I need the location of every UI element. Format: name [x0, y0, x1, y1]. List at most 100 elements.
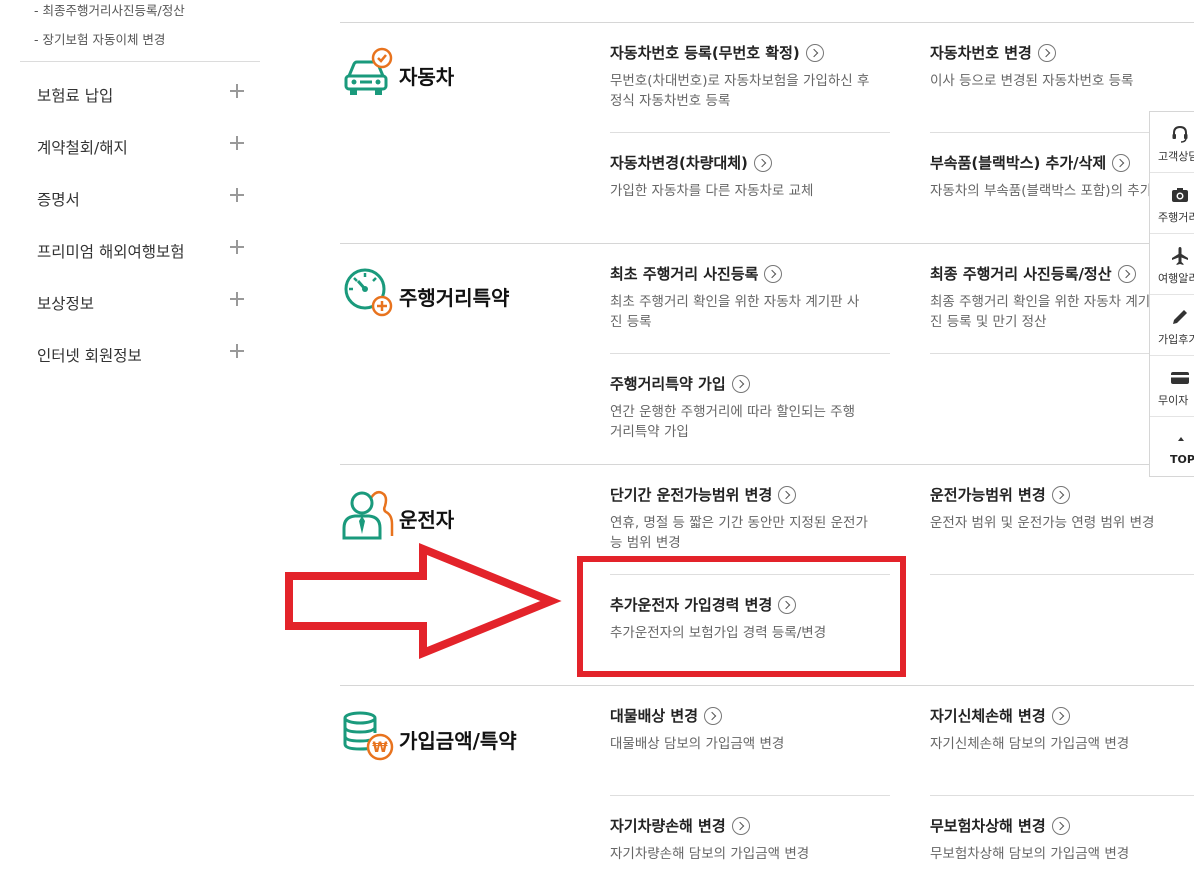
pencil-icon	[1173, 310, 1187, 324]
card-icon	[1171, 372, 1189, 384]
chevron-right-icon[interactable]	[1117, 264, 1136, 283]
item-car-number-register[interactable]: 자동차번호 등록(무번호 확정) 무번호(차대번호)로 자동차보험을 가입하신 …	[610, 42, 900, 111]
item-mileage-join[interactable]: 주행거리특약 가입 연간 운행한 주행거리에 따라 할인되는 주행 거리특약 가입	[610, 373, 900, 442]
item-initial-mileage[interactable]: 최초 주행거리 사진등록 최초 주행거리 확인을 위한 자동차 계기판 사진 등…	[610, 263, 900, 332]
speedometer-icon	[344, 268, 393, 317]
item-title: 자동차번호 변경	[930, 44, 1032, 62]
item-desc: 자기신체손해 담보의 가입금액 변경	[930, 736, 1130, 752]
item-divider	[610, 353, 890, 354]
chevron-right-icon[interactable]	[1051, 485, 1070, 504]
chevron-right-icon[interactable]	[731, 816, 750, 835]
sub-link-auto-transfer[interactable]: - 장기보험 자동이체 변경	[34, 29, 165, 48]
plus-icon[interactable]	[230, 136, 244, 150]
section-divider	[340, 685, 1194, 686]
item-own-vehicle-damage[interactable]: 자기차량손해 변경 자기차량손해 담보의 가입금액 변경	[610, 815, 900, 864]
section-title-driver: 운전자	[399, 508, 455, 532]
item-title: 자기신체손해 변경	[930, 707, 1046, 725]
item-personal-injury[interactable]: 자기신체손해 변경 자기신체손해 담보의 가입금액 변경	[930, 705, 1194, 754]
item-title: 최종 주행거리 사진등록/정산	[930, 265, 1112, 283]
camera-icon	[1172, 188, 1188, 202]
item-divider	[610, 132, 890, 133]
quick-item-mileage[interactable]: 주행거리	[1150, 173, 1194, 234]
item-title: 대물배상 변경	[610, 707, 699, 725]
sub-link-final-mileage[interactable]: - 최종주행거리사진등록/정산	[34, 0, 185, 19]
quick-item-consult[interactable]: 고객상담	[1150, 112, 1194, 173]
item-title: 자동차번호 등록(무번호 확정)	[610, 44, 800, 62]
sidebar-item-certificate[interactable]: 증명서	[37, 184, 247, 214]
item-desc: 자기차량손해 담보의 가입금액 변경	[610, 846, 810, 862]
coins-icon: ₩	[343, 711, 394, 761]
plus-icon[interactable]	[230, 84, 244, 98]
sidebar-item-cancellation[interactable]: 계약철회/해지	[37, 132, 247, 162]
section-divider	[340, 464, 1194, 465]
item-divider	[610, 795, 890, 796]
item-car-number-change[interactable]: 자동차번호 변경 이사 등으로 변경된 자동차번호 등록	[930, 42, 1194, 91]
item-desc: 대물배상 담보의 가입금액 변경	[610, 736, 785, 752]
sidebar-item-label: 보상정보	[37, 295, 95, 313]
chevron-right-icon[interactable]	[764, 264, 783, 283]
plus-icon[interactable]	[230, 188, 244, 202]
item-desc: 이사 등으로 변경된 자동차번호 등록	[930, 73, 1134, 89]
sidebar-item-label: 프리미엄 해외여행보험	[37, 243, 185, 261]
sidebar-item-member-info[interactable]: 인터넷 회원정보	[37, 340, 247, 370]
item-desc: 연간 운행한 주행거리에 따라 할인되는 주행 거리특약 가입	[610, 404, 856, 440]
item-desc: 무번호(차대번호)로 자동차보험을 가입하신 후 정식 자동차번호 등록	[610, 73, 870, 109]
item-divider	[930, 795, 1194, 796]
plus-icon[interactable]	[230, 292, 244, 306]
plus-icon[interactable]	[230, 240, 244, 254]
item-desc: 운전자 범위 및 운전가능 연령 범위 변경	[930, 515, 1155, 531]
quick-item-travel[interactable]: 여행알리미	[1150, 234, 1194, 295]
item-desc: 가입한 자동차를 다른 자동차로 교체	[610, 183, 814, 199]
annotation-highlight-box	[577, 556, 906, 677]
item-car-replace[interactable]: 자동차변경(차량대체) 가입한 자동차를 다른 자동차로 교체	[610, 152, 900, 201]
item-title: 자기차량손해 변경	[610, 817, 726, 835]
quick-item-review[interactable]: 가입후기	[1150, 295, 1194, 356]
item-desc: 무보험차상해 담보의 가입금액 변경	[930, 846, 1130, 862]
chevron-right-icon[interactable]	[704, 706, 723, 725]
item-property-damage[interactable]: 대물배상 변경 대물배상 담보의 가입금액 변경	[610, 705, 900, 754]
item-title: 주행거리특약 가입	[610, 375, 726, 393]
chevron-right-icon[interactable]	[753, 153, 772, 172]
item-desc: 최초 주행거리 확인을 위한 자동차 계기판 사진 등록	[610, 294, 860, 330]
chevron-right-icon[interactable]	[1037, 43, 1056, 62]
item-short-term-driver-range[interactable]: 단기간 운전가능범위 변경 연휴, 명절 등 짧은 기간 동안만 지정된 운전가…	[610, 484, 900, 553]
driver-icon	[342, 490, 394, 540]
chevron-right-icon[interactable]	[1051, 706, 1070, 725]
section-title-car: 자동차	[399, 65, 455, 89]
item-title: 단기간 운전가능범위 변경	[610, 486, 773, 504]
scroll-top-label: TOP	[1170, 453, 1194, 466]
item-title: 부속품(블랙박스) 추가/삭제	[930, 154, 1107, 172]
sidebar-item-label: 계약철회/해지	[37, 139, 128, 157]
item-title: 운전가능범위 변경	[930, 486, 1046, 504]
arrow-up-icon	[1178, 437, 1184, 441]
item-driver-range[interactable]: 운전가능범위 변경 운전자 범위 및 운전가능 연령 범위 변경	[930, 484, 1194, 533]
sidebar-item-travel-insurance[interactable]: 프리미엄 해외여행보험	[37, 236, 247, 266]
item-title: 무보험차상해 변경	[930, 817, 1046, 835]
plus-icon[interactable]	[230, 344, 244, 358]
item-title: 자동차변경(차량대체)	[610, 154, 748, 172]
chevron-right-icon[interactable]	[731, 374, 750, 393]
item-uninsured-motorist[interactable]: 무보험차상해 변경 무보험차상해 담보의 가입금액 변경	[930, 815, 1194, 864]
chevron-right-icon[interactable]	[1112, 153, 1131, 172]
quick-item-interest-free[interactable]: 무이자	[1150, 356, 1194, 417]
sidebar-item-premium-payment[interactable]: 보험료 납입	[37, 80, 247, 110]
scroll-top-button[interactable]: TOP	[1150, 417, 1194, 476]
quick-item-label: 가입후기	[1158, 333, 1194, 346]
section-title-coverage: 가입금액/특약	[399, 729, 517, 753]
headset-icon	[1172, 125, 1188, 143]
quick-item-label: 여행알리미	[1158, 272, 1194, 285]
quick-item-label: 고객상담	[1158, 150, 1194, 163]
chevron-right-icon[interactable]	[805, 43, 824, 62]
chevron-right-icon[interactable]	[1051, 816, 1070, 835]
quick-menu: 고객상담 주행거리 여행알리미 가입후기 무이자 TOP	[1149, 111, 1194, 477]
svg-text:₩: ₩	[372, 740, 388, 756]
airplane-icon	[1172, 247, 1188, 265]
section-title-mileage: 주행거리특약	[399, 286, 510, 310]
chevron-right-icon[interactable]	[778, 485, 797, 504]
quick-item-label: 주행거리	[1158, 211, 1194, 224]
quick-item-label: 무이자	[1158, 394, 1189, 407]
item-title: 최초 주행거리 사진등록	[610, 265, 759, 283]
sidebar-item-claims-info[interactable]: 보상정보	[37, 288, 247, 318]
car-icon	[344, 47, 393, 95]
sidebar-divider	[20, 61, 260, 62]
